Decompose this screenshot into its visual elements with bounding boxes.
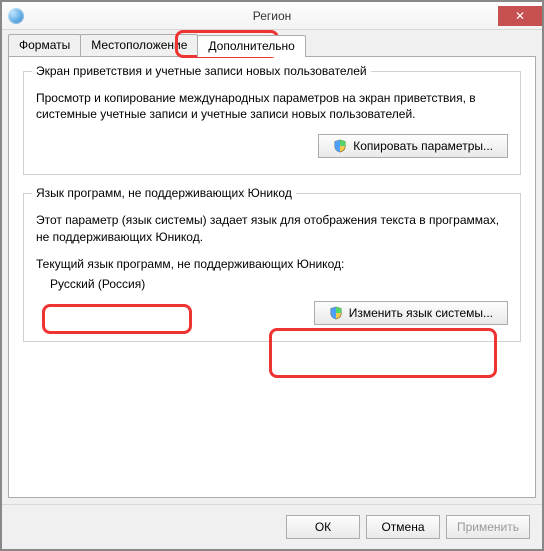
system-icon (8, 8, 24, 24)
shield-icon (329, 306, 343, 320)
dialog-footer: ОК Отмена Применить (2, 504, 542, 549)
tab-formats[interactable]: Форматы (8, 34, 81, 56)
region-dialog: Регион ✕ Форматы Местоположение Дополнит… (2, 2, 542, 549)
change-system-locale-label: Изменить язык системы... (349, 306, 493, 320)
cancel-label: Отмена (381, 520, 424, 534)
titlebar: Регион ✕ (2, 2, 542, 30)
shield-icon (333, 139, 347, 153)
cancel-button[interactable]: Отмена (366, 515, 440, 539)
copy-settings-label: Копировать параметры... (353, 139, 493, 153)
group-non-unicode-legend: Язык программ, не поддерживающих Юникод (32, 186, 296, 200)
group-welcome-desc: Просмотр и копирование международных пар… (36, 90, 508, 122)
tab-panel-advanced: Экран приветствия и учетные записи новых… (8, 56, 536, 498)
close-icon: ✕ (515, 10, 525, 22)
group-welcome-screen: Экран приветствия и учетные записи новых… (23, 71, 521, 175)
apply-label: Применить (457, 520, 519, 534)
tab-location[interactable]: Местоположение (80, 34, 198, 56)
tab-strip: Форматы Местоположение Дополнительно (2, 30, 542, 56)
close-button[interactable]: ✕ (498, 6, 542, 26)
group-non-unicode-desc: Этот параметр (язык системы) задает язык… (36, 212, 508, 244)
group-non-unicode: Язык программ, не поддерживающих Юникод … (23, 193, 521, 341)
apply-button[interactable]: Применить (446, 515, 530, 539)
current-locale-value: Русский (Россия) (50, 277, 508, 291)
copy-settings-button[interactable]: Копировать параметры... (318, 134, 508, 158)
current-locale-label: Текущий язык программ, не поддерживающих… (36, 257, 508, 271)
change-system-locale-button[interactable]: Изменить язык системы... (314, 301, 508, 325)
ok-button[interactable]: ОК (286, 515, 360, 539)
window-title: Регион (2, 9, 542, 23)
ok-label: ОК (315, 520, 331, 534)
group-welcome-legend: Экран приветствия и учетные записи новых… (32, 64, 371, 78)
tab-advanced[interactable]: Дополнительно (197, 35, 305, 57)
